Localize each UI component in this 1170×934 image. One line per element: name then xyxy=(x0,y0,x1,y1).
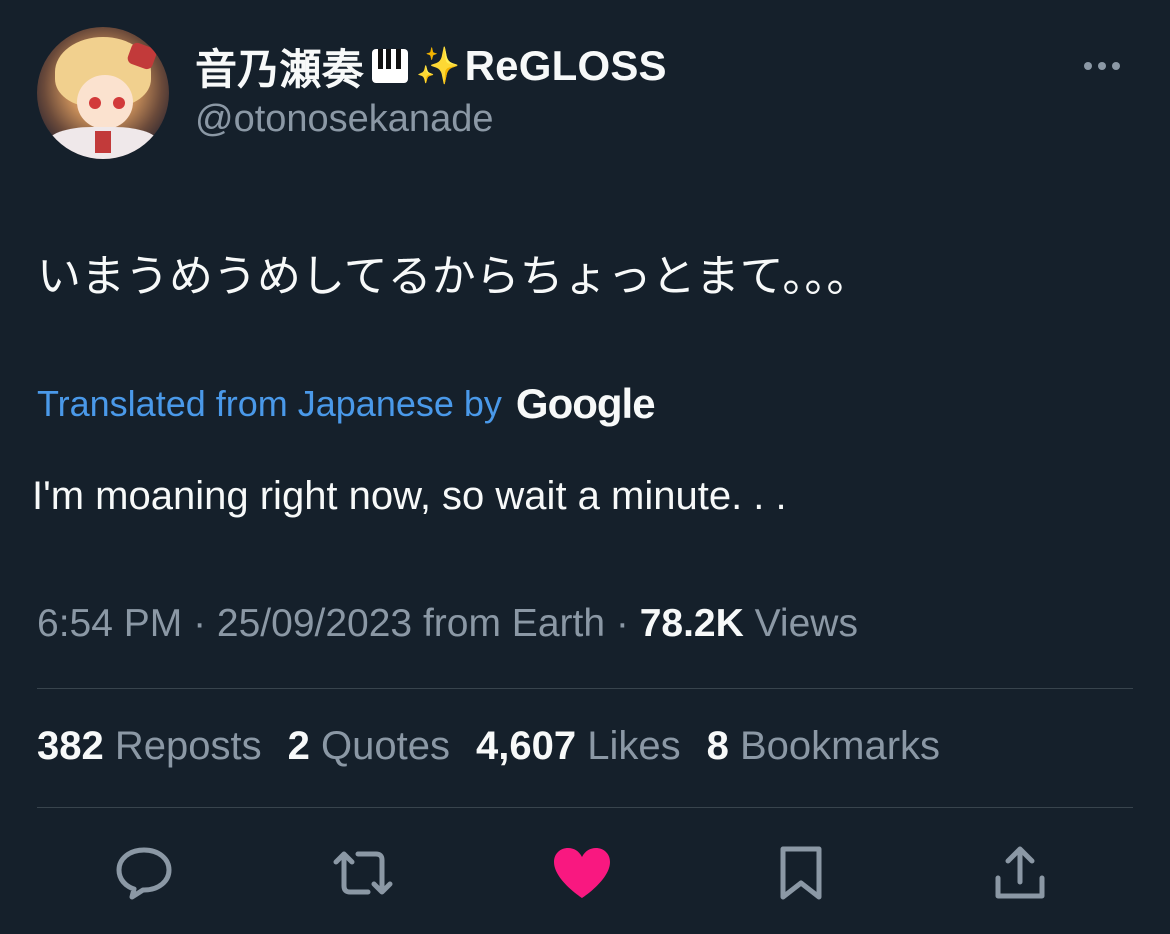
divider xyxy=(37,807,1133,808)
display-name-prefix: 音乃瀬奏 xyxy=(195,45,364,93)
reposts-label: Reposts xyxy=(114,724,262,768)
piano-icon xyxy=(371,49,408,83)
repost-icon xyxy=(333,851,393,895)
tweet-date[interactable]: 25/09/2023 xyxy=(217,602,412,645)
likes-stat[interactable]: 4,607 Likes xyxy=(476,724,681,769)
bookmark-button[interactable] xyxy=(768,840,834,906)
repost-button[interactable] xyxy=(330,840,396,906)
heart-icon xyxy=(554,848,610,898)
meta-separator: · xyxy=(615,602,640,645)
translated-text: I'm moaning right now, so wait a minute.… xyxy=(32,474,787,518)
translated-from-label: Translated from Japanese by xyxy=(37,383,502,424)
avatar-eye-right xyxy=(113,97,125,109)
like-button[interactable] xyxy=(549,840,615,906)
likes-count: 4,607 xyxy=(475,724,577,768)
user-handle[interactable]: @otonosekanade xyxy=(195,98,493,141)
share-icon xyxy=(995,846,1045,899)
quotes-count: 2 xyxy=(287,724,310,768)
translation-attribution[interactable]: Translated from Japanese by Google xyxy=(37,380,656,428)
tweet-time[interactable]: 6:54 PM xyxy=(37,602,182,645)
tweet-meta: 6:54 PM · 25/09/2023 from Earth · 78.2K … xyxy=(37,602,858,646)
avatar[interactable] xyxy=(37,27,169,159)
views-count: 78.2K xyxy=(639,602,744,645)
display-name-row[interactable]: 音乃瀬奏 ✨ ReGLOSS xyxy=(195,38,667,94)
quotes-stat[interactable]: 2 Quotes xyxy=(288,724,450,769)
more-options-icon[interactable] xyxy=(1084,56,1130,76)
sparkles-icon: ✨ xyxy=(415,45,461,86)
avatar-tie xyxy=(95,131,111,153)
reposts-stat[interactable]: 382 Reposts xyxy=(37,724,262,769)
views-label: Views xyxy=(754,602,858,645)
tweet-text: いまうめうめしてるからちょっとまて。。。 xyxy=(37,252,871,301)
action-bar xyxy=(0,840,1170,910)
share-button[interactable] xyxy=(987,840,1053,906)
reposts-count: 382 xyxy=(37,724,104,768)
divider xyxy=(37,688,1133,689)
meta-separator: · xyxy=(193,602,217,645)
likes-label: Likes xyxy=(587,724,681,768)
display-name-suffix: ReGLOSS xyxy=(464,42,667,89)
bookmark-icon xyxy=(780,846,822,900)
reply-icon xyxy=(116,847,172,900)
google-logo: Google xyxy=(515,380,656,427)
quotes-label: Quotes xyxy=(321,724,450,768)
reply-button[interactable] xyxy=(111,840,177,906)
bookmarks-stat[interactable]: 8 Bookmarks xyxy=(707,724,940,769)
bookmarks-count: 8 xyxy=(706,724,729,768)
engagement-stats: 382 Reposts 2 Quotes 4,607 Likes 8 Bookm… xyxy=(37,724,940,769)
bookmarks-label: Bookmarks xyxy=(739,724,941,768)
avatar-eye-left xyxy=(89,97,101,109)
tweet-source: from Earth xyxy=(422,602,606,645)
